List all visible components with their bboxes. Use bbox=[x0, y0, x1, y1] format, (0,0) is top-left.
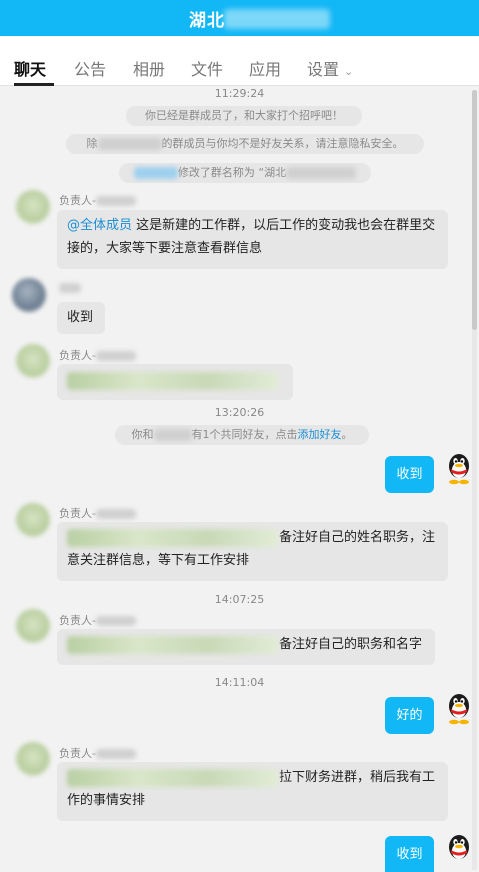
avatar[interactable] bbox=[16, 344, 50, 378]
system-message: 你和 有1个共同好友，点击添加好友。 bbox=[115, 425, 369, 445]
redacted-message bbox=[67, 372, 279, 390]
message-text: 好的 bbox=[396, 708, 423, 723]
message-bubble[interactable]: 备注好自己的职务和名字 bbox=[57, 629, 435, 665]
sender-name: 负责人- bbox=[59, 192, 136, 208]
redacted-name bbox=[95, 509, 136, 519]
avatar[interactable] bbox=[12, 278, 46, 312]
system-message: 你已经是群成员了，和大家打个招呼吧！ bbox=[126, 106, 362, 126]
redacted-name bbox=[95, 196, 136, 206]
message-text: 备注好自己的职务和名字 bbox=[279, 637, 423, 652]
message-bubble[interactable] bbox=[57, 364, 293, 400]
sender-name: 负责人- bbox=[59, 745, 136, 761]
redacted-message bbox=[67, 635, 279, 654]
tab-settings-label: 设置 bbox=[307, 60, 340, 79]
group-title: 湖北 bbox=[189, 11, 225, 31]
sender-label: 负责人- bbox=[59, 747, 96, 760]
qq-penguin-icon[interactable] bbox=[444, 451, 474, 485]
tab-apps[interactable]: 应用 bbox=[249, 56, 281, 80]
scrollbar-thumb[interactable] bbox=[472, 90, 477, 330]
mention-all[interactable]: @全体成员 bbox=[67, 218, 132, 233]
system-text: 有1个共同好友，点击 bbox=[191, 428, 298, 441]
redacted-group-name bbox=[286, 167, 357, 179]
my-message-bubble[interactable]: 好的 bbox=[385, 697, 434, 734]
redacted-name bbox=[95, 749, 136, 759]
system-message: 修改了群名称为 “湖北 bbox=[119, 163, 371, 183]
redacted-name bbox=[95, 351, 136, 361]
sender-name: 负责人- bbox=[59, 505, 136, 521]
redacted-names bbox=[97, 138, 162, 150]
redacted-name bbox=[59, 283, 81, 293]
tab-album[interactable]: 相册 bbox=[133, 56, 165, 80]
message-text: 收到 bbox=[67, 310, 94, 325]
system-message: 除 的群成员与你均不是好友关系，请注意隐私安全。 bbox=[66, 134, 424, 154]
sender-label: 负责人- bbox=[59, 194, 96, 207]
redacted-name bbox=[153, 429, 192, 441]
timestamp: 14:11:04 bbox=[214, 676, 265, 689]
redacted-name bbox=[95, 616, 136, 626]
message-bubble[interactable]: 收到 bbox=[57, 302, 105, 334]
add-friend-link[interactable]: 添加好友 bbox=[298, 428, 342, 441]
system-text: 。 bbox=[341, 428, 353, 441]
avatar[interactable] bbox=[16, 742, 50, 776]
my-message-bubble[interactable]: 收到 bbox=[385, 836, 434, 872]
sender-label: 负责人- bbox=[59, 614, 96, 627]
chevron-down-icon: ⌄ bbox=[344, 65, 354, 78]
timestamp: 14:07:25 bbox=[214, 593, 265, 606]
system-text: 修改了群名称为 “湖北 bbox=[177, 166, 287, 179]
redacted-message bbox=[67, 768, 279, 787]
system-text: 除 bbox=[86, 137, 98, 150]
sender-name: 负责人- bbox=[59, 347, 136, 363]
tab-settings[interactable]: 设置 ⌄ bbox=[307, 56, 353, 80]
redacted-message bbox=[67, 528, 279, 547]
sender-name: 负责人- bbox=[59, 612, 136, 628]
message-bubble[interactable]: 备注好自己的姓名职务，注意关注群信息，等下有工作安排 bbox=[57, 522, 448, 581]
message-text: 收到 bbox=[396, 847, 423, 862]
timestamp: 13:20:26 bbox=[214, 406, 265, 419]
sender-name bbox=[59, 281, 81, 294]
tab-bar: 聊天 公告 相册 文件 应用 设置 ⌄ bbox=[0, 36, 479, 86]
message-text: 意关注群信息，等下有工作安排 bbox=[67, 553, 250, 568]
sender-label: 负责人- bbox=[59, 507, 96, 520]
redacted-name bbox=[133, 167, 178, 179]
message-text: 作的事情安排 bbox=[67, 793, 146, 808]
timestamp: 11:29:24 bbox=[214, 87, 265, 100]
avatar[interactable] bbox=[16, 190, 50, 224]
avatar[interactable] bbox=[16, 609, 50, 643]
my-message-bubble[interactable]: 收到 bbox=[385, 456, 434, 493]
group-title-redacted bbox=[224, 9, 330, 29]
system-text: 的群成员与你均不是好友关系，请注意隐私安全。 bbox=[161, 137, 404, 150]
system-text: 你和 bbox=[131, 428, 154, 441]
message-bubble[interactable]: 拉下财务进群，稍后我有工作的事情安排 bbox=[57, 762, 448, 821]
qq-penguin-icon[interactable] bbox=[444, 691, 474, 725]
message-bubble[interactable]: @全体成员 这是新建的工作群，以后工作的变动我也会在群里交接的，大家等下要注意查… bbox=[57, 210, 448, 269]
avatar[interactable] bbox=[16, 503, 50, 537]
message-text: 备注好自己的姓名职务，注 bbox=[279, 530, 436, 545]
message-text: 拉下财务进群，稍后我有工 bbox=[279, 770, 436, 785]
message-text: 收到 bbox=[396, 467, 423, 482]
sender-label: 负责人- bbox=[59, 349, 96, 362]
tab-files[interactable]: 文件 bbox=[191, 56, 223, 80]
tab-chat[interactable]: 聊天 bbox=[14, 56, 46, 80]
tab-announcement[interactable]: 公告 bbox=[74, 56, 106, 80]
title-bar: 湖北 bbox=[0, 0, 479, 36]
qq-penguin-icon[interactable] bbox=[444, 832, 474, 866]
